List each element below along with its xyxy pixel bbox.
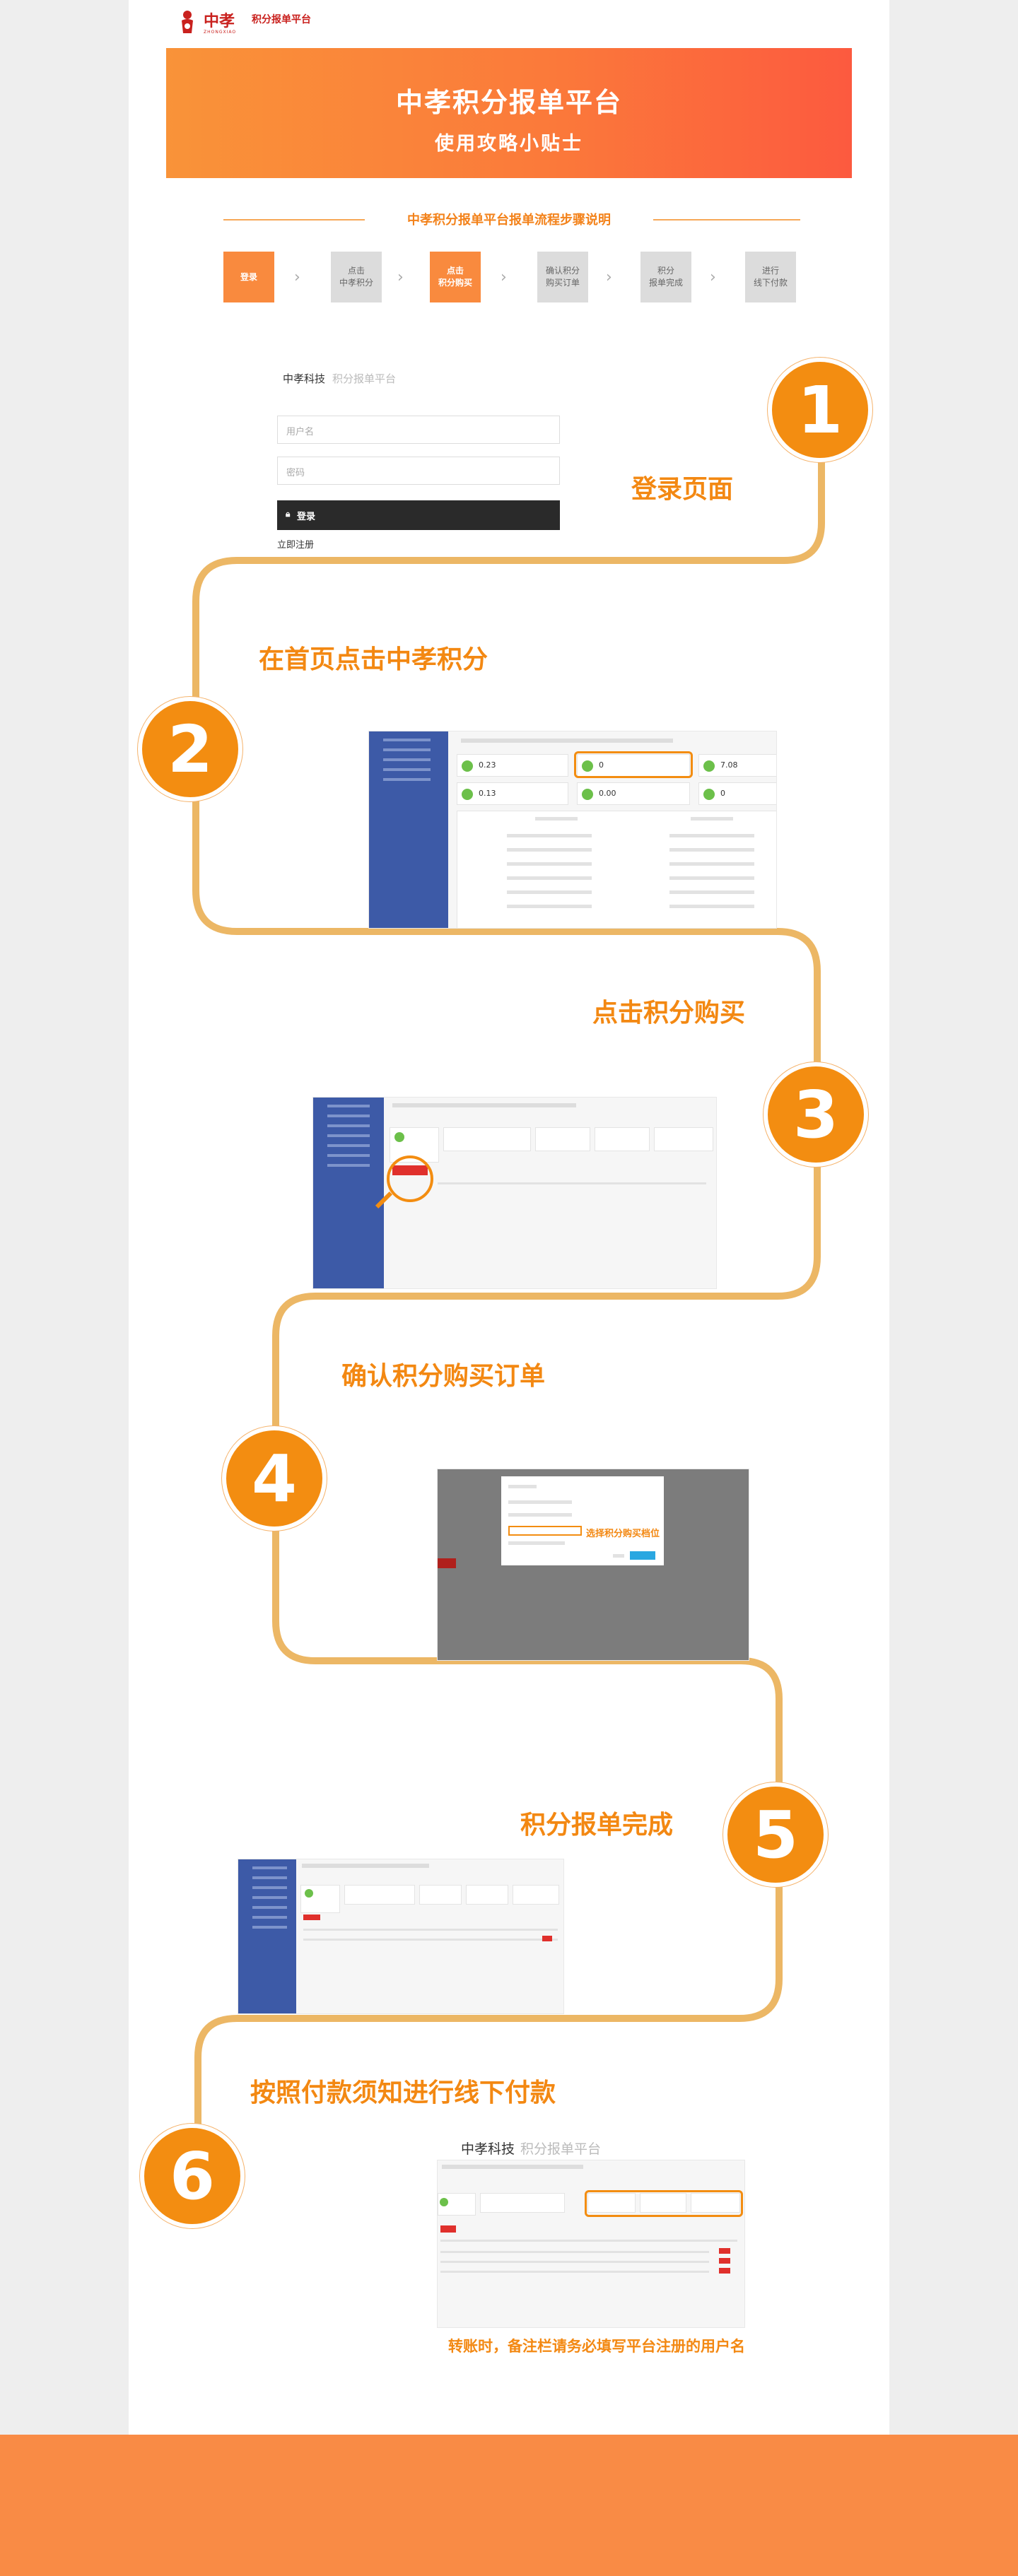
pay-button[interactable]: [542, 1936, 552, 1941]
page: 中孝 ZHONGXIAO 积分报单平台 中孝积分报单平台 使用攻略小贴士 中孝积…: [0, 0, 1018, 2576]
info-panel: [457, 811, 776, 928]
step-1-badge: 1: [768, 358, 872, 462]
footer-band: [0, 2435, 1018, 2576]
highlight-box: [574, 751, 693, 778]
notice-card: [513, 1885, 559, 1905]
login-button[interactable]: 🔒︎ 登录: [277, 500, 560, 530]
notice-card: [466, 1885, 508, 1905]
balance-card: [438, 2193, 476, 2216]
magnifier-icon: [387, 1155, 433, 1202]
shot6-tab-inactive[interactable]: 积分报单平台: [520, 2141, 601, 2157]
stat-value: 0.23: [479, 760, 496, 770]
purchase-tag: [438, 1558, 456, 1568]
step-5-badge: 5: [723, 1782, 828, 1887]
login-tabs: 中孝科技 积分报单平台: [283, 371, 396, 386]
points-select[interactable]: [508, 1526, 582, 1536]
notice-card: [535, 1127, 590, 1151]
step-3-badge: 3: [764, 1062, 868, 1167]
buy-button[interactable]: [303, 1915, 320, 1920]
notice-card: [654, 1127, 713, 1151]
table-header: [303, 1929, 558, 1931]
notice-card: [443, 1127, 531, 1151]
notice-card: [480, 2193, 565, 2213]
notice-card: [595, 1127, 650, 1151]
pay-button[interactable]: [719, 2248, 730, 2254]
step-1-label: 登录页面: [631, 475, 734, 504]
sidebar: [313, 1098, 384, 1288]
notice-card: [344, 1885, 415, 1905]
payment-note: 转账时，备注栏请务必填写平台注册的用户名: [448, 2338, 745, 2355]
step-4-label: 确认积分购买订单: [341, 1362, 546, 1391]
stat-card: 0.23: [457, 754, 568, 777]
stat-card: 0.00: [577, 782, 690, 805]
pay-button[interactable]: [719, 2268, 730, 2274]
step-2-label: 在首页点击中孝积分: [259, 645, 488, 674]
pay-button[interactable]: [719, 2258, 730, 2264]
screenshot-confirm: 选择积分购买档位: [437, 1469, 749, 1661]
table-row: [440, 2261, 709, 2263]
login-tab-inactive[interactable]: 积分报单平台: [332, 372, 396, 385]
table-row: [440, 2251, 709, 2253]
shot6-tab-active[interactable]: 中孝科技: [461, 2141, 515, 2157]
screenshot-complete: [238, 1859, 564, 2014]
breadcrumb: [442, 2165, 583, 2169]
table-header: [440, 2240, 737, 2242]
breadcrumb: [461, 739, 673, 743]
sidebar: [238, 1859, 296, 2013]
step-4-badge: 4: [222, 1426, 327, 1531]
breadcrumb: [302, 1864, 429, 1868]
stat-card: 0.13: [457, 782, 568, 805]
lock-icon: 🔒︎: [286, 509, 291, 519]
table-row: [440, 2271, 709, 2273]
step-6-label: 按照付款须知进行线下付款: [250, 2078, 556, 2107]
confirm-dialog: 选择积分购买档位: [501, 1476, 664, 1565]
balance-card: [300, 1885, 340, 1913]
screenshot-home: 0.23 0 7.08 0.13 0.00 0: [368, 731, 777, 929]
username-input[interactable]: 用户名: [277, 416, 560, 444]
login-button-label: 登录: [297, 512, 316, 522]
login-tab-active[interactable]: 中孝科技: [283, 372, 325, 385]
step-2-badge: 2: [138, 697, 242, 801]
register-link[interactable]: 立即注册: [277, 537, 314, 551]
screenshot-payment: [437, 2160, 745, 2328]
stat-card: 7.08: [698, 754, 776, 777]
confirm-button[interactable]: [630, 1551, 655, 1560]
highlight-box: [585, 2190, 743, 2217]
shot6-tabs: 中孝科技 积分报单平台: [461, 2139, 601, 2158]
stat-value: 0.13: [479, 789, 496, 798]
sidebar: [369, 731, 448, 928]
notice-card: [419, 1885, 462, 1905]
stat-value: 7.08: [720, 760, 738, 770]
step-5-label: 积分报单完成: [520, 1811, 674, 1840]
table-header: [438, 1182, 706, 1184]
step-6-badge: 6: [140, 2124, 245, 2228]
screenshot-purchase: [312, 1097, 717, 1289]
password-input[interactable]: 密码: [277, 457, 560, 485]
table-row: [303, 1939, 558, 1941]
step-3-label: 点击积分购买: [592, 999, 746, 1028]
stat-value: 0: [720, 789, 725, 798]
breadcrumb: [392, 1103, 576, 1107]
stat-card: 0: [698, 782, 776, 805]
select-hint: 选择积分购买档位: [586, 1529, 660, 1539]
stat-value: 0.00: [599, 789, 616, 798]
buy-button[interactable]: [440, 2225, 456, 2233]
